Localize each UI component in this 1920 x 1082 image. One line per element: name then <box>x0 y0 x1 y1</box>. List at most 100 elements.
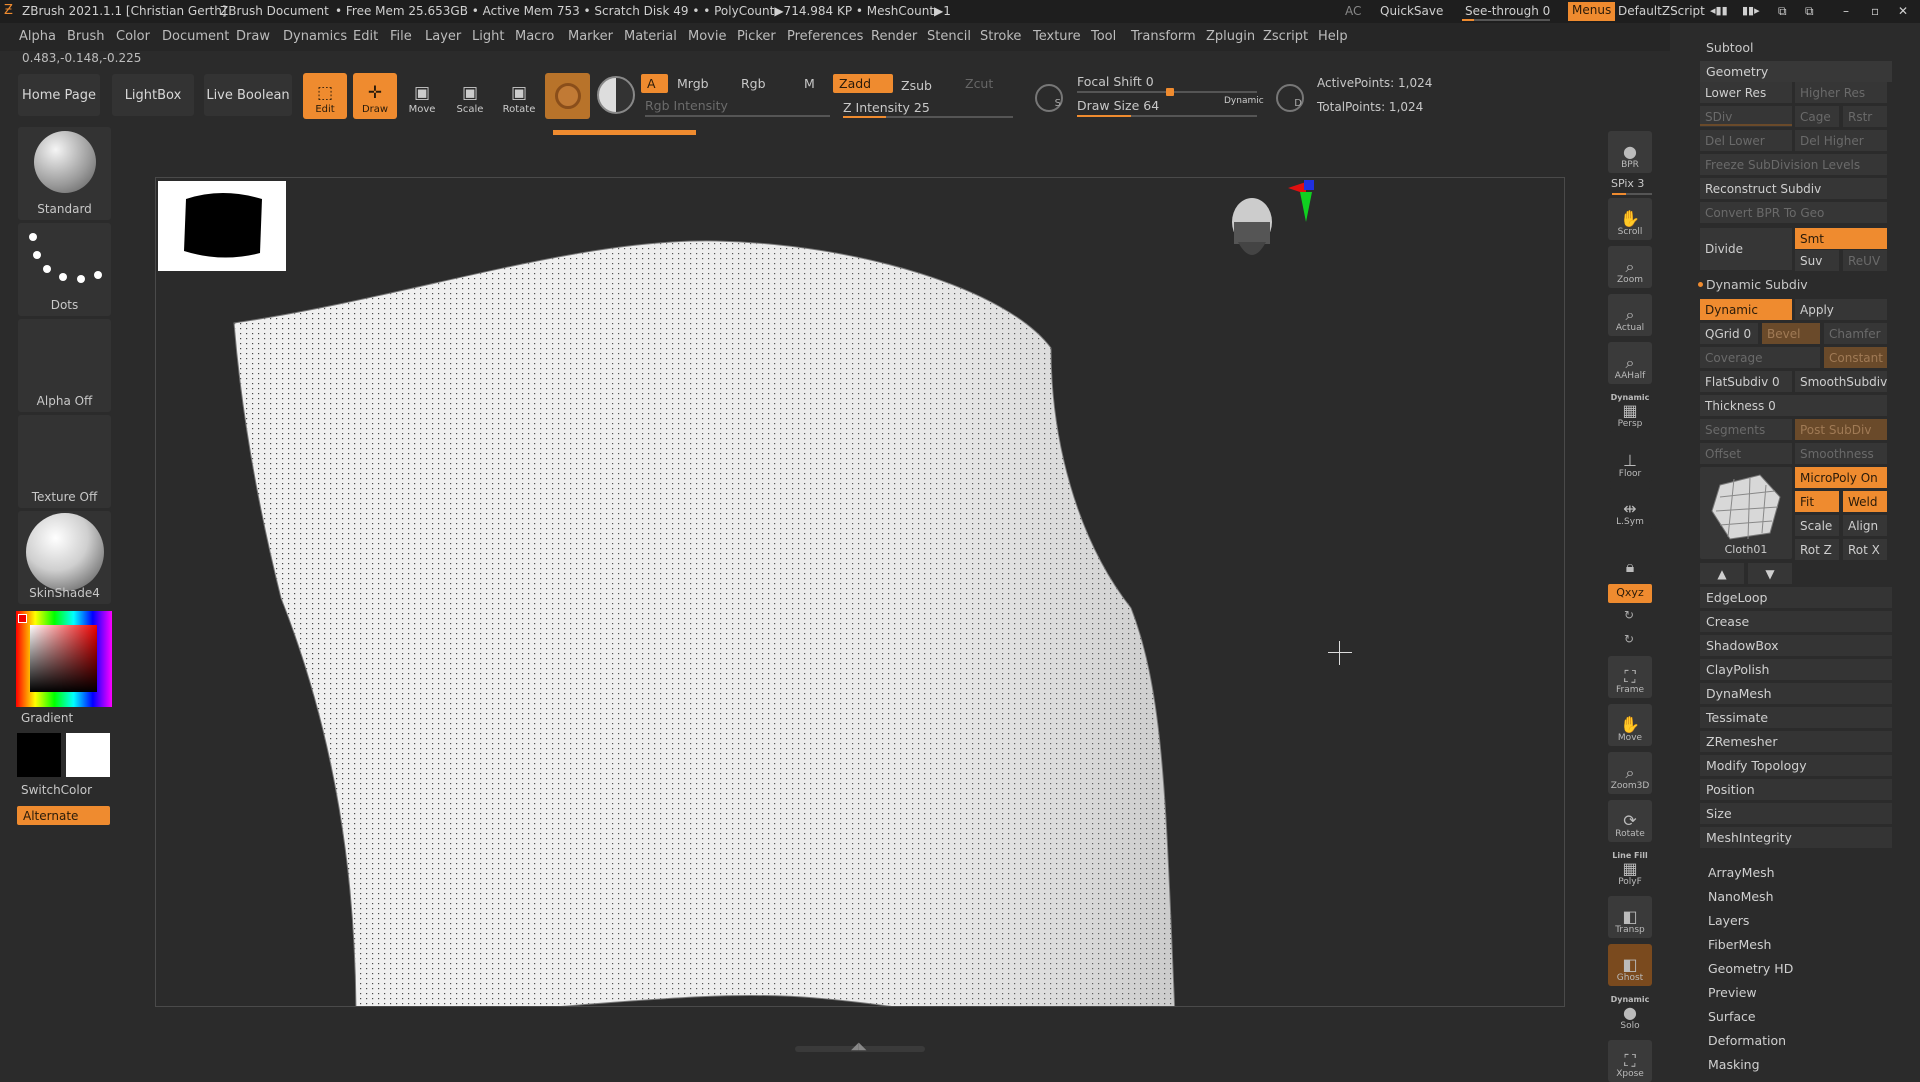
rotz-toggle[interactable]: Rot Z <box>1795 539 1839 560</box>
rotx-toggle[interactable]: Rot X <box>1843 539 1887 560</box>
post-subdiv-toggle[interactable]: Post SubDiv <box>1795 419 1887 440</box>
constant-toggle[interactable]: Constant <box>1824 347 1887 368</box>
zadd-toggle[interactable]: Zadd <box>833 74 893 93</box>
geometry-subsection[interactable]: Crease <box>1700 611 1892 632</box>
menu-stencil[interactable]: Stencil <box>927 29 971 44</box>
menu-color[interactable]: Color <box>116 29 150 44</box>
del-higher-button[interactable]: Del Higher <box>1795 130 1887 151</box>
move-view-button[interactable]: ✋ Move <box>1608 704 1652 746</box>
weld-toggle[interactable]: Weld <box>1843 491 1887 512</box>
primary-color-swatch[interactable] <box>66 733 110 777</box>
lightbox-button[interactable]: LightBox <box>112 74 194 116</box>
floor-button[interactable]: ⊥ Floor <box>1608 440 1652 482</box>
segments-slider[interactable]: Segments <box>1700 419 1792 440</box>
geometry-subsection[interactable]: Position <box>1700 779 1892 800</box>
rotate-axis-icon-2[interactable]: ↻ <box>1624 632 1634 646</box>
layout-icon-2[interactable]: ▮▮▸ <box>1742 4 1760 17</box>
local-symmetry-button[interactable]: ⇹ L.Sym <box>1608 488 1652 530</box>
z-intensity-slider[interactable]: Z Intensity 25 <box>843 100 930 115</box>
gradient-label[interactable]: Gradient <box>21 711 73 725</box>
rgb-intensity-slider[interactable]: Rgb Intensity <box>645 98 728 113</box>
layout-icon[interactable]: ◂▮▮ <box>1710 4 1728 17</box>
zoom-button[interactable]: ⌕ Zoom <box>1608 246 1652 288</box>
window-icon-2[interactable]: ⧉ <box>1805 4 1814 19</box>
default-zscript-button[interactable]: DefaultZScript <box>1618 4 1705 18</box>
menu-draw[interactable]: Draw <box>236 29 270 44</box>
higher-res-button[interactable]: Higher Res <box>1795 82 1887 103</box>
geometry-subsection[interactable]: Modify Topology <box>1700 755 1892 776</box>
menu-stroke[interactable]: Stroke <box>980 29 1021 44</box>
fit-toggle[interactable]: Fit <box>1795 491 1839 512</box>
coverage-slider[interactable]: Coverage <box>1700 347 1820 368</box>
thickness-slider[interactable]: Thickness 0 <box>1700 395 1887 416</box>
freeze-subdivision-button[interactable]: Freeze SubDivision Levels <box>1700 154 1887 175</box>
geometry-subsection[interactable]: ShadowBox <box>1700 635 1892 656</box>
menu-tool[interactable]: Tool <box>1091 29 1116 44</box>
scroll-button[interactable]: ✋ Scroll <box>1608 198 1652 240</box>
menu-macro[interactable]: Macro <box>515 29 554 44</box>
scale-slider[interactable]: Scale <box>1795 515 1839 536</box>
menu-dynamics[interactable]: Dynamics <box>283 29 347 44</box>
geometry-subsection[interactable]: EdgeLoop <box>1700 587 1892 608</box>
menu-marker[interactable]: Marker <box>568 29 613 44</box>
secondary-color-swatch[interactable] <box>17 733 61 777</box>
rstr-button[interactable]: Rstr <box>1843 106 1887 127</box>
see-through-slider[interactable]: See-through 0 <box>1465 4 1550 18</box>
xyz-symmetry-toggle[interactable]: Qxyz <box>1608 584 1652 603</box>
ghost-button[interactable]: ◧ Ghost <box>1608 944 1652 986</box>
chamfer-toggle[interactable]: Chamfer <box>1824 323 1887 344</box>
material-brush-button[interactable] <box>545 73 590 119</box>
zoom3d-button[interactable]: ⌕ Zoom3D <box>1608 752 1652 794</box>
edit-mode-button[interactable]: ⬚ Edit <box>303 73 347 119</box>
geometry-header[interactable]: Geometry <box>1700 61 1892 82</box>
reuv-button[interactable]: ReUV <box>1843 250 1887 271</box>
transp-button[interactable]: ◧ Transp <box>1608 896 1652 938</box>
rgb-toggle[interactable]: Rgb <box>741 76 766 91</box>
scale-mode-button[interactable]: ▣ Scale <box>448 73 492 119</box>
rotate-view-button[interactable]: ⟳ Rotate <box>1608 800 1652 842</box>
mrgb-toggle[interactable]: Mrgb <box>677 76 709 91</box>
tool-section[interactable]: Layers <box>1708 913 1749 928</box>
smoothsubdiv-slider[interactable]: SmoothSubdiv <box>1795 371 1887 392</box>
maximize-icon[interactable]: ▫ <box>1871 4 1879 18</box>
geometry-subsection[interactable]: Tessimate <box>1700 707 1892 728</box>
dynamic-brush-icon[interactable]: D <box>1276 84 1304 112</box>
quicksave-button[interactable]: QuickSave <box>1380 4 1443 18</box>
shelf-toggle-icon[interactable]: ◢◣ <box>851 1041 866 1052</box>
geometry-subsection[interactable]: DynaMesh <box>1700 683 1892 704</box>
dynamic-subdiv-header[interactable]: Dynamic Subdiv <box>1706 277 1808 292</box>
bpr-button[interactable]: ● BPR <box>1608 131 1652 173</box>
tool-section[interactable]: NanoMesh <box>1708 889 1774 904</box>
menu-zplugin[interactable]: Zplugin <box>1206 29 1255 44</box>
orientation-gizmo-icon[interactable] <box>1216 178 1316 288</box>
frame-button[interactable]: ⛶ Frame <box>1608 656 1652 698</box>
bevel-toggle[interactable]: Bevel <box>1762 323 1820 344</box>
zcut-toggle[interactable]: Zcut <box>965 76 993 91</box>
alternate-toggle[interactable]: Alternate <box>17 806 110 825</box>
color-picker[interactable] <box>16 611 112 707</box>
convert-bpr-button[interactable]: Convert BPR To Geo <box>1700 202 1887 223</box>
actual-button[interactable]: ⌕ Actual <box>1608 294 1652 336</box>
menu-light[interactable]: Light <box>472 29 504 44</box>
spix-slider[interactable]: SPix 3 <box>1611 177 1644 190</box>
focal-shift-slider[interactable]: Focal Shift 0 <box>1077 74 1154 89</box>
color-square[interactable] <box>30 625 97 692</box>
canvas-viewport[interactable] <box>155 177 1565 1007</box>
smt-toggle[interactable]: Smt <box>1795 228 1887 249</box>
menus-toggle[interactable]: Menus <box>1568 2 1616 21</box>
micropoly-thumbnail[interactable]: Cloth01 <box>1700 467 1792 559</box>
geometry-subsection[interactable]: Size <box>1700 803 1892 824</box>
suv-toggle[interactable]: Suv <box>1795 250 1839 271</box>
aahalf-button[interactable]: ⌕ AAHalf <box>1608 342 1652 384</box>
menu-preferences[interactable]: Preferences <box>787 29 863 44</box>
smoothness-slider[interactable]: Smoothness <box>1795 443 1887 464</box>
menu-alpha[interactable]: Alpha <box>19 29 56 44</box>
focal-shift-knob[interactable] <box>1166 88 1174 96</box>
reconstruct-subdiv-button[interactable]: Reconstruct Subdiv <box>1700 178 1887 199</box>
sphere-toggle-icon[interactable] <box>597 76 635 114</box>
zsub-toggle[interactable]: Zsub <box>901 78 932 93</box>
tool-section[interactable]: Surface <box>1708 1009 1756 1024</box>
xpose-button[interactable]: ⛶ Xpose <box>1608 1040 1652 1082</box>
geometry-subsection[interactable]: ZRemesher <box>1700 731 1892 752</box>
texture-picker[interactable]: Texture Off <box>18 415 111 508</box>
